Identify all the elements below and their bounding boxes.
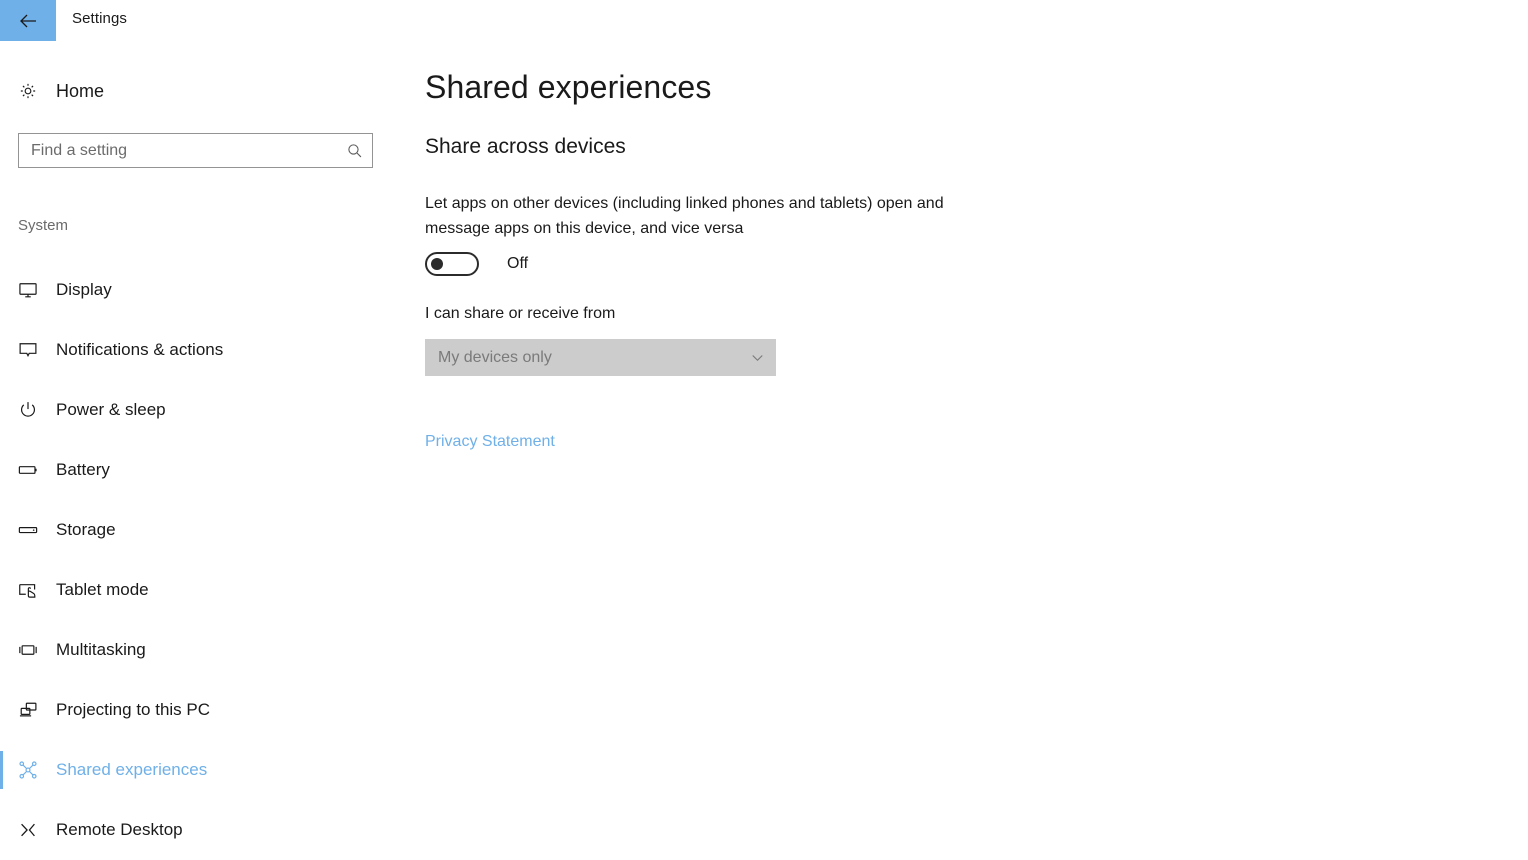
toggle-state-label: Off bbox=[507, 255, 529, 272]
search-input[interactable] bbox=[19, 134, 338, 167]
share-across-devices-toggle[interactable] bbox=[425, 252, 479, 276]
battery-icon bbox=[0, 459, 56, 481]
selection-indicator bbox=[0, 691, 3, 729]
back-arrow-icon bbox=[16, 9, 40, 33]
selection-indicator bbox=[0, 631, 3, 669]
gear-icon bbox=[0, 80, 56, 102]
selection-indicator bbox=[0, 391, 3, 429]
storage-drive-icon bbox=[0, 519, 56, 541]
tablet-hand-icon bbox=[0, 579, 56, 601]
share-description: Let apps on other devices (including lin… bbox=[425, 195, 944, 237]
sidebar-group-label: System bbox=[18, 217, 69, 234]
sidebar-item-remote-desktop[interactable]: Remote Desktop bbox=[0, 800, 390, 860]
sidebar-item-label: Storage bbox=[56, 520, 116, 539]
section-heading: Share across devices bbox=[425, 135, 626, 158]
title-bar: Settings bbox=[0, 0, 1528, 41]
selection-indicator bbox=[0, 271, 3, 309]
sidebar-item-label: Shared experiences bbox=[56, 760, 208, 779]
share-toggle-row: Off bbox=[425, 252, 528, 276]
sidebar-item-label: Multitasking bbox=[56, 640, 146, 659]
selection-indicator bbox=[0, 331, 3, 369]
sidebar-item-storage[interactable]: Storage bbox=[0, 500, 390, 560]
selection-indicator bbox=[0, 511, 3, 549]
sidebar-item-label: Battery bbox=[56, 460, 110, 479]
sidebar-item-battery[interactable]: Battery bbox=[0, 440, 390, 500]
sidebar-item-multitasking[interactable]: Multitasking bbox=[0, 620, 390, 680]
toggle-knob bbox=[431, 258, 443, 270]
selection-indicator bbox=[0, 451, 3, 489]
sidebar-item-label: Power & sleep bbox=[56, 400, 166, 419]
share-from-dropdown[interactable]: My devices only bbox=[425, 339, 776, 376]
multitasking-icon bbox=[0, 639, 56, 661]
main-content: Shared experiences Share across devices … bbox=[425, 41, 1528, 859]
projecting-screens-icon bbox=[0, 699, 56, 721]
power-icon bbox=[0, 399, 56, 421]
share-from-label: I can share or receive from bbox=[425, 305, 616, 322]
sidebar-item-shared-experiences[interactable]: Shared experiences bbox=[0, 740, 390, 800]
app-title: Settings bbox=[72, 10, 127, 27]
notification-bubble-icon bbox=[0, 339, 56, 361]
sidebar-item-notifications-actions[interactable]: Notifications & actions bbox=[0, 320, 390, 380]
sidebar-item-projecting-to-this-pc[interactable]: Projecting to this PC bbox=[0, 680, 390, 740]
sidebar-item-label: Tablet mode bbox=[56, 580, 149, 599]
page-title: Shared experiences bbox=[425, 69, 712, 105]
sidebar-item-home-label: Home bbox=[56, 80, 105, 101]
sidebar-item-label: Notifications & actions bbox=[56, 340, 224, 359]
sidebar-item-label: Remote Desktop bbox=[56, 820, 183, 839]
share-from-selected-value: My devices only bbox=[438, 348, 552, 366]
selection-indicator bbox=[0, 751, 3, 789]
monitor-icon bbox=[0, 279, 56, 301]
sidebar-item-label: Projecting to this PC bbox=[56, 700, 211, 719]
back-button[interactable] bbox=[0, 0, 56, 41]
search-box[interactable] bbox=[18, 133, 373, 168]
selection-indicator bbox=[0, 811, 3, 849]
selection-indicator bbox=[0, 571, 3, 609]
search-icon[interactable] bbox=[338, 134, 372, 167]
sidebar-item-display[interactable]: Display bbox=[0, 260, 390, 320]
sidebar-nav-list: Display Notifications & actions Power & … bbox=[0, 260, 400, 860]
sidebar: Home System Display bbox=[0, 41, 400, 859]
sidebar-item-tablet-mode[interactable]: Tablet mode bbox=[0, 560, 390, 620]
sidebar-item-label: Display bbox=[56, 280, 112, 299]
sidebar-item-home[interactable]: Home bbox=[0, 70, 390, 112]
privacy-statement-link[interactable]: Privacy Statement bbox=[425, 433, 555, 451]
shared-nodes-icon bbox=[0, 759, 56, 781]
sidebar-item-power-sleep[interactable]: Power & sleep bbox=[0, 380, 390, 440]
chevron-down-icon bbox=[738, 349, 776, 366]
remote-desktop-icon bbox=[0, 819, 56, 841]
